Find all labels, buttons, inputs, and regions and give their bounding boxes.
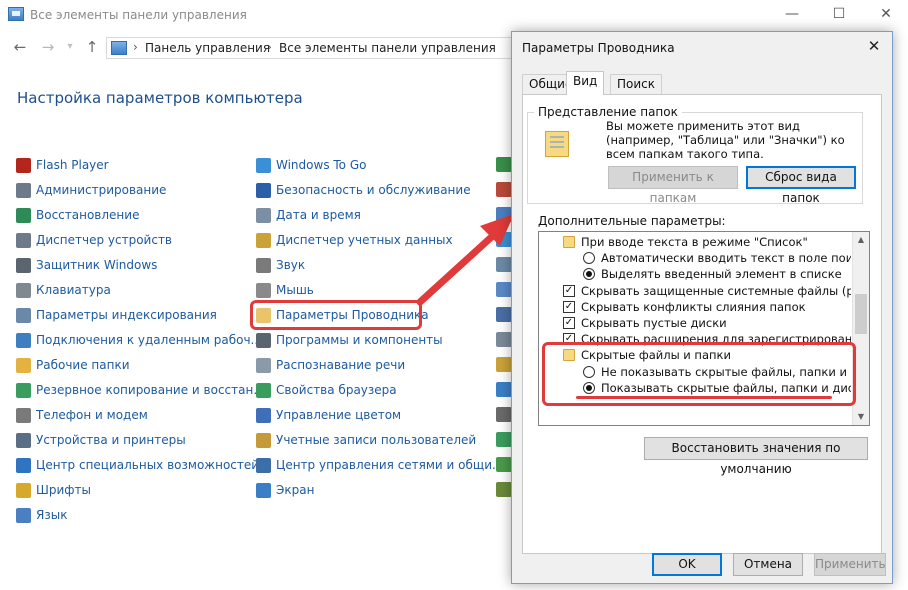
ok-button[interactable]: OK — [652, 553, 722, 576]
tree-row-label: При вводе текста в режиме "Список" — [581, 235, 808, 249]
tab-search[interactable]: Поиск — [610, 74, 663, 94]
restore-defaults-button[interactable]: Восстановить значения по умолчанию — [644, 437, 868, 476]
reset-folders-button[interactable]: Сброс вида папок — [746, 166, 856, 205]
folder-options-dialog: Параметры Проводника ✕ Общие Вид Поиск П… — [511, 31, 893, 584]
checkbox[interactable]: ✓ — [563, 317, 575, 329]
checkbox[interactable]: ✓ — [563, 284, 575, 297]
tree-row-folder: При вводе текста в режиме "Список" — [539, 234, 851, 250]
annotation-arrow-shaft — [416, 228, 501, 306]
advanced-settings-label: Дополнительные параметры: — [538, 214, 726, 228]
scroll-up-icon[interactable]: ▲ — [853, 232, 869, 248]
tree-row-check[interactable]: ✓ Скрывать защищенные системные файлы (ре… — [539, 283, 851, 299]
dialog-close-icon[interactable]: ✕ — [862, 36, 886, 58]
tree-row-check[interactable]: ✓ Скрывать пустые диски — [539, 315, 851, 331]
folder-view-description: Вы можете применить этот вид (например, … — [606, 119, 845, 161]
tab-view[interactable]: Вид — [566, 71, 605, 95]
radio-button[interactable] — [583, 252, 595, 265]
scroll-down-icon[interactable]: ▼ — [853, 409, 869, 425]
tree-row-label: Скрывать защищенные системные файлы (рек… — [581, 283, 851, 298]
tree-row-label: Выделять введенный элемент в списке — [601, 267, 842, 282]
dialog-title: Параметры Проводника — [522, 41, 675, 55]
underline-show-hidden — [576, 396, 832, 399]
cancel-button[interactable]: Отмена — [733, 553, 803, 576]
radio-button[interactable] — [583, 268, 595, 281]
folder-view-label: Представление папок — [534, 105, 682, 119]
scroll-thumb[interactable] — [855, 294, 867, 334]
folder-view-icon — [545, 131, 569, 157]
tree-row-label: Автоматически вводить текст в поле поиск… — [601, 251, 851, 266]
tree-row-radio[interactable]: Выделять введенный элемент в списке — [539, 266, 851, 282]
tree-row-label: Скрывать конфликты слияния папок — [581, 299, 806, 314]
tree-row-label: Скрывать пустые диски — [581, 316, 727, 330]
tree-row-radio[interactable]: Автоматически вводить текст в поле поиск… — [539, 250, 851, 266]
tree-row-check[interactable]: ✓ Скрывать конфликты слияния папок — [539, 299, 851, 315]
apply-button[interactable]: Применить — [814, 553, 886, 576]
checkbox[interactable]: ✓ — [563, 300, 575, 313]
apply-to-folders-button[interactable]: Применить к папкам — [608, 166, 738, 205]
folder-icon — [563, 236, 575, 248]
